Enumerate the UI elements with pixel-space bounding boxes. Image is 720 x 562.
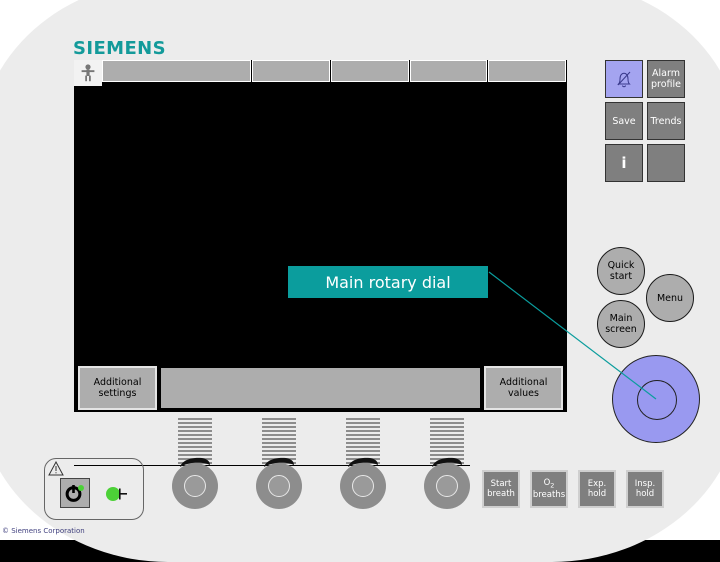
- screen-tab-3[interactable]: [330, 60, 409, 82]
- breathing-circuit-port[interactable]: [256, 418, 302, 510]
- screen-tab-5[interactable]: [488, 60, 567, 82]
- mains-indicator-icon: [106, 487, 127, 501]
- menu-button[interactable]: Menu: [646, 274, 694, 322]
- alarm-profile-button[interactable]: Alarm profile: [647, 60, 685, 98]
- quick-start-button[interactable]: Quick start: [597, 247, 645, 295]
- port-hole: [268, 475, 290, 497]
- o2-breaths-line2: breaths: [532, 490, 566, 501]
- port-ring[interactable]: [424, 463, 470, 509]
- breathing-circuit-port[interactable]: [424, 418, 470, 510]
- patient-icon[interactable]: [74, 60, 102, 86]
- start-breath-line2: breath: [487, 489, 515, 499]
- insp-hold-button[interactable]: Insp. hold: [626, 470, 664, 508]
- trends-button[interactable]: Trends: [647, 102, 685, 140]
- port-ring[interactable]: [340, 463, 386, 509]
- ventilator-display-screen: Additional settings Additional values: [74, 60, 567, 412]
- screen-value-bar[interactable]: [160, 367, 481, 409]
- callout-main-rotary-dial: Main rotary dial: [288, 266, 488, 298]
- o2-breaths-subscript: 2: [550, 481, 555, 490]
- exp-hold-line2: hold: [587, 489, 607, 499]
- port-hole: [352, 475, 374, 497]
- main-rotary-dial[interactable]: [612, 355, 700, 443]
- port-hole: [436, 475, 458, 497]
- port-ring[interactable]: [172, 463, 218, 509]
- patient-figure-glyph: [81, 64, 95, 82]
- port-ring[interactable]: [256, 463, 302, 509]
- info-button[interactable]: i: [605, 144, 643, 182]
- insp-hold-line1: Insp.: [634, 479, 656, 489]
- breathing-circuit-port[interactable]: [340, 418, 386, 510]
- screen-tab-4[interactable]: [409, 60, 488, 82]
- screen-tab-strip: [74, 60, 567, 86]
- exp-hold-line1: Exp.: [587, 479, 607, 489]
- screen-tab-1[interactable]: [101, 60, 252, 82]
- exp-hold-button[interactable]: Exp. hold: [578, 470, 616, 508]
- additional-values-button[interactable]: Additional values: [484, 366, 563, 410]
- screenshot-root: SIEMENS Additional settings Additional v…: [0, 0, 720, 562]
- siemens-logo: SIEMENS: [73, 38, 166, 59]
- port-hole: [184, 475, 206, 497]
- start-breath-line1: Start: [490, 479, 512, 489]
- blank-button[interactable]: [647, 144, 685, 182]
- insp-hold-line2: hold: [635, 489, 655, 499]
- bell-crossed-icon: [617, 71, 631, 88]
- additional-settings-button[interactable]: Additional settings: [78, 366, 157, 410]
- copyright-watermark: © Siemens Corporation: [2, 527, 85, 535]
- screen-tab-2[interactable]: [252, 60, 330, 82]
- power-button[interactable]: [60, 478, 90, 508]
- power-button-icon: [65, 485, 84, 502]
- o2-breaths-button[interactable]: O2 breaths: [530, 470, 568, 508]
- start-breath-button[interactable]: Start breath: [482, 470, 520, 508]
- save-button[interactable]: Save: [605, 102, 643, 140]
- warning-triangle-icon: [48, 461, 64, 476]
- breathing-circuit-port[interactable]: [172, 418, 218, 510]
- main-rotary-dial-hub[interactable]: [637, 380, 677, 420]
- alarm-silence-button[interactable]: [605, 60, 643, 98]
- main-screen-button[interactable]: Main screen: [597, 300, 645, 348]
- screen-softkey-row: Additional settings Additional values: [74, 364, 567, 412]
